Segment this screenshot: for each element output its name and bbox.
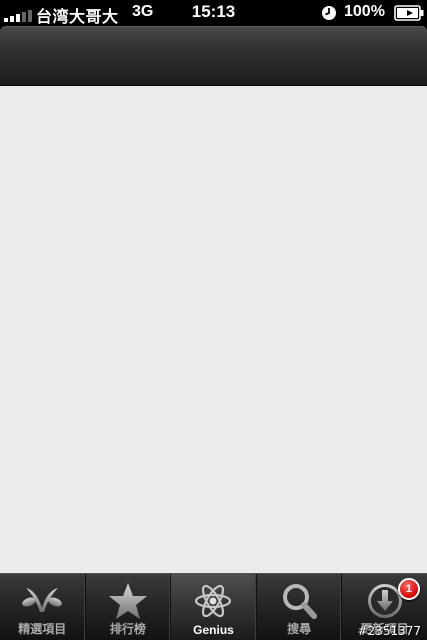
tab-label: Genius — [193, 623, 234, 637]
navigation-bar — [0, 26, 427, 86]
tab-search[interactable]: 搜尋 — [257, 574, 343, 640]
tab-label: 精選項目 — [18, 622, 67, 636]
tab-top-charts[interactable]: 排行榜 — [86, 574, 172, 640]
alarm-clock-icon — [322, 6, 336, 20]
status-bar: 台湾大哥大 3G 15:13 100% — [0, 0, 427, 26]
watermark: #2351377 — [357, 624, 422, 638]
content-area — [0, 86, 427, 573]
star-icon — [108, 583, 147, 619]
notification-badge: 1 — [397, 578, 420, 600]
search-icon — [283, 584, 318, 619]
featured-icon — [22, 588, 63, 612]
atom-icon — [195, 584, 232, 618]
battery-charging-icon — [394, 5, 424, 21]
tab-genius[interactable]: Genius — [171, 574, 257, 640]
tab-label: 排行榜 — [109, 622, 146, 636]
battery-percentage: 100% — [344, 3, 385, 20]
tab-featured[interactable]: 精選項目 — [0, 574, 86, 640]
tab-label: 搜尋 — [287, 622, 312, 636]
